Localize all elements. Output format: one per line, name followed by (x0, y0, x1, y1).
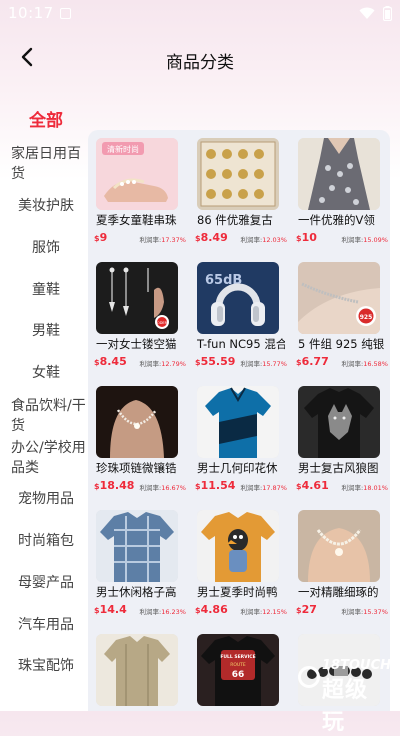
product-card[interactable]: 男士夏季时尚鸭 $4.86 利润率:12.15% (189, 502, 289, 622)
product-image (197, 510, 279, 582)
product-title: 男士复古风狼图 (298, 461, 379, 475)
profit-rate: 利润率:16.23% (139, 608, 187, 616)
product-card[interactable] (88, 626, 188, 711)
watermark-ring-icon (298, 666, 320, 688)
product-price: $10 (296, 231, 317, 244)
product-card[interactable]: 珍珠项链微镶锆 $18.48 利润率:16.67% (88, 378, 188, 498)
product-image (96, 386, 178, 458)
product-image (298, 138, 380, 210)
sidebar-item-all[interactable]: 全部 (8, 111, 84, 131)
product-title: 夏季女童鞋串珠 (96, 213, 177, 227)
product-title: T-fun NC95 混合 (197, 337, 285, 351)
product-price: $4.61 (296, 479, 329, 492)
product-card[interactable]: 86 件优雅复古 $8.49 利润率:12.03% (189, 130, 289, 250)
profit-rate: 利润率:12.15% (240, 608, 288, 616)
product-price: $8.45 (94, 355, 127, 368)
category-sidebar: 全部 家居日用百货 美妆护肤 服饰 童鞋 男鞋 女鞋 食品饮料/干货 办公/学校… (0, 100, 88, 711)
product-card[interactable]: 男士几何印花休 $11.54 利润率:17.87% (189, 378, 289, 498)
sidebar-item-mens-shoes[interactable]: 男鞋 (8, 321, 84, 341)
profit-rate: 利润率:18.01% (341, 484, 389, 492)
wifi-icon (359, 7, 375, 19)
sidebar-item-auto[interactable]: 汽车用品 (8, 615, 84, 635)
product-title: 86 件优雅复古 (197, 213, 273, 227)
product-title: 男士夏季时尚鸭 (197, 585, 278, 599)
product-title: 珍珠项链微镶锆 (96, 461, 177, 475)
sidebar-item-baby[interactable]: 母婴产品 (8, 573, 84, 593)
product-image (298, 510, 380, 582)
profit-rate: 利润率:15.09% (341, 236, 389, 244)
product-title: 一件优雅的V领 (298, 213, 375, 227)
product-price: $14.4 (94, 603, 127, 616)
sidebar-item-jewelry[interactable]: 珠宝配饰 (8, 656, 84, 676)
product-image: 925 (298, 262, 380, 334)
sidebar-item-food[interactable]: 食品饮料/干货 (11, 396, 87, 436)
product-card[interactable]: ODER 一对女士镂空猫 $8.45 利润率:12.79% (88, 254, 188, 374)
sidebar-item-pets[interactable]: 宠物用品 (8, 489, 84, 509)
page-title: 商品分类 (166, 53, 234, 73)
product-card[interactable]: 925 5 件组 925 纯银 $6.77 利润率:16.58% (290, 254, 390, 374)
product-image: 清新时尚 (96, 138, 178, 210)
sidebar-item-womens-shoes[interactable]: 女鞋 (8, 363, 84, 383)
product-card[interactable]: 男士复古风狼图 $4.61 利润率:18.01% (290, 378, 390, 498)
product-price: $8.49 (195, 231, 228, 244)
thumb-banner-text: 清新时尚 (107, 144, 139, 154)
svg-text:ROUTE: ROUTE (230, 662, 246, 668)
profit-rate: 利润率:16.67% (139, 484, 187, 492)
svg-text:FULL SERVICE: FULL SERVICE (220, 654, 255, 660)
battery-icon (383, 6, 392, 21)
profit-rate: 利润率:17.37% (139, 236, 187, 244)
svg-text:ODER: ODER (157, 321, 168, 325)
product-card[interactable]: 65dB T-fun NC95 混合 $55.59 利润率:15.77% (189, 254, 289, 374)
product-price: $18.48 (94, 479, 135, 492)
product-price: $6.77 (296, 355, 329, 368)
product-price: $55.59 (195, 355, 236, 368)
sidebar-item-kids-shoes[interactable]: 童鞋 (8, 280, 84, 300)
product-price: $11.54 (195, 479, 236, 492)
watermark-logo: 18TOUCH 超级玩 (298, 658, 391, 735)
profit-rate: 利润率:12.79% (139, 360, 187, 368)
product-grid: 清新时尚 夏季女童鞋串珠 $9 利润率:17.37% 86 件优雅复古 $8.4… (88, 130, 390, 711)
svg-text:925: 925 (360, 314, 373, 321)
product-title: 男士休闲格子高 (96, 585, 177, 599)
product-card[interactable]: 一对精雕细琢的 $27 利润率:15.37% (290, 502, 390, 622)
sidebar-item-office[interactable]: 办公/学校用品类 (11, 438, 87, 478)
svg-text:66: 66 (232, 670, 245, 680)
product-card[interactable]: FULL SERVICE ROUTE 66 (189, 626, 289, 711)
sidebar-item-home[interactable]: 家居日用百货 (11, 144, 87, 184)
product-image: FULL SERVICE ROUTE 66 (197, 634, 279, 706)
product-image: ODER (96, 262, 178, 334)
product-title: 一对精雕细琢的 (298, 585, 379, 599)
product-image (298, 386, 380, 458)
product-title: 一对女士镂空猫 (96, 337, 177, 351)
sidebar-item-apparel[interactable]: 服饰 (8, 238, 84, 258)
product-image (96, 634, 178, 706)
product-price: $4.86 (195, 603, 228, 616)
product-image (197, 386, 279, 458)
status-time: 10:17 (8, 4, 54, 22)
product-image (197, 138, 279, 210)
profit-rate: 利润率:17.87% (240, 484, 288, 492)
sidebar-item-bags[interactable]: 时尚箱包 (8, 531, 84, 551)
status-bar: 10:17 (0, 0, 400, 28)
profit-rate: 利润率:15.37% (341, 608, 389, 616)
header: 商品分类 (0, 30, 400, 86)
status-icons (359, 6, 392, 21)
profit-rate: 利润率:15.77% (240, 360, 288, 368)
product-price: $27 (296, 603, 317, 616)
product-price: $9 (94, 231, 108, 244)
product-title: 5 件组 925 纯银 (298, 337, 385, 351)
product-card[interactable]: 一件优雅的V领 $10 利润率:15.09% (290, 130, 390, 250)
profit-rate: 利润率:12.03% (240, 236, 288, 244)
product-card[interactable]: 男士休闲格子高 $14.4 利润率:16.23% (88, 502, 188, 622)
sidebar-item-beauty[interactable]: 美妆护肤 (8, 196, 84, 216)
product-image (96, 510, 178, 582)
product-title: 男士几何印花休 (197, 461, 278, 475)
product-card[interactable]: 清新时尚 夏季女童鞋串珠 $9 利润率:17.37% (88, 130, 188, 250)
profit-rate: 利润率:16.58% (341, 360, 389, 368)
product-image: 65dB (197, 262, 279, 334)
notification-icon (60, 8, 71, 19)
